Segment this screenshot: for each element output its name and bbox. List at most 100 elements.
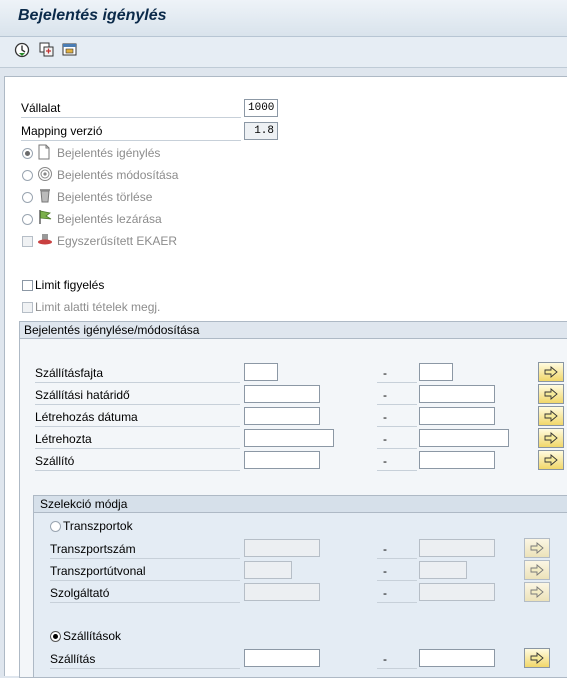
multiple-selection-button[interactable]	[538, 406, 564, 426]
divider	[50, 668, 240, 669]
shipping-type-label: Szállításfajta	[35, 366, 104, 380]
range-dash: -	[383, 366, 387, 380]
application-toolbar	[0, 37, 567, 68]
service-provider-from	[244, 583, 320, 601]
multiple-selection-button	[524, 538, 550, 558]
divider	[35, 382, 240, 383]
transport-number-label: Transzportszám	[50, 542, 136, 556]
mapping-version-field: 1.8	[244, 122, 278, 140]
action-modify-label: Bejelentés módosítása	[57, 168, 179, 182]
transport-number-from	[244, 539, 320, 557]
radio-close[interactable]	[22, 214, 33, 225]
selection-group-header: Szelekció módja	[34, 496, 567, 513]
created-date-to[interactable]	[419, 407, 495, 425]
company-input[interactable]: 1000	[244, 99, 278, 117]
divider	[377, 404, 417, 405]
divider	[377, 426, 417, 427]
arrow-right-icon	[530, 564, 544, 576]
multiple-selection-button[interactable]	[538, 362, 564, 382]
created-date-from[interactable]	[244, 407, 320, 425]
multiple-selection-button	[524, 582, 550, 602]
divider	[35, 470, 240, 471]
range-dash: -	[383, 410, 387, 424]
arrow-right-icon	[530, 652, 544, 664]
divider	[35, 426, 240, 427]
group-title: Bejelentés igénylése/módosítása	[24, 323, 200, 337]
vendor-label: Szállító	[35, 454, 75, 468]
range-dash: -	[383, 564, 387, 578]
radio-transports[interactable]	[50, 521, 61, 532]
radio-modify[interactable]	[22, 170, 33, 181]
multiple-selection-button[interactable]	[538, 384, 564, 404]
divider	[21, 140, 241, 141]
selection-group-title: Szelekció módja	[40, 497, 128, 511]
divider	[377, 580, 417, 581]
below-limit-label: Limit alatti tételek megj.	[35, 300, 161, 314]
shipment-from[interactable]	[244, 649, 320, 667]
multiple-selection-button[interactable]	[538, 428, 564, 448]
main-content: Vállalat 1000 Mapping verzió 1.8 Bejelen…	[4, 76, 567, 678]
created-date-label: Létrehozás dátuma	[35, 410, 138, 424]
execute-icon[interactable]	[13, 41, 31, 59]
range-dash: -	[383, 542, 387, 556]
title-bar: Bejelentés igénylés	[0, 0, 567, 37]
arrow-right-icon	[544, 388, 558, 400]
divider	[377, 558, 417, 559]
action-request-label: Bejelentés igénylés	[57, 146, 161, 160]
divider	[377, 448, 417, 449]
divider	[377, 668, 417, 669]
vendor-to[interactable]	[419, 451, 495, 469]
page-title: Bejelentés igénylés	[18, 7, 167, 24]
copy-icon[interactable]	[38, 41, 56, 59]
group-header: Bejelentés igénylése/módosítása	[20, 322, 567, 339]
range-dash: -	[383, 586, 387, 600]
service-provider-label: Szolgáltató	[50, 586, 110, 600]
divider	[50, 602, 240, 603]
multiple-selection-button[interactable]	[538, 450, 564, 470]
divider	[35, 404, 240, 405]
divider	[50, 558, 240, 559]
action-close-label: Bejelentés lezárása	[57, 212, 162, 226]
radio-shipments[interactable]	[50, 631, 61, 642]
company-label: Vállalat	[21, 101, 61, 115]
document-icon	[38, 144, 50, 160]
below-limit-checkbox[interactable]	[22, 302, 33, 313]
action-delete-label: Bejelentés törlése	[57, 190, 153, 204]
range-dash: -	[383, 388, 387, 402]
trash-icon	[40, 189, 50, 203]
layout-icon[interactable]	[61, 41, 79, 59]
range-dash: -	[383, 652, 387, 666]
vendor-from[interactable]	[244, 451, 320, 469]
multiple-selection-button[interactable]	[524, 648, 550, 668]
arrow-right-icon	[544, 366, 558, 378]
radio-delete[interactable]	[22, 192, 33, 203]
flag-icon	[39, 210, 52, 224]
created-by-label: Létrehozta	[35, 432, 92, 446]
divider	[35, 448, 240, 449]
modify-icon	[38, 167, 52, 181]
divider	[377, 470, 417, 471]
radio-request[interactable]	[22, 148, 33, 159]
hat-icon	[38, 234, 52, 245]
shipping-type-to[interactable]	[419, 363, 453, 381]
divider	[377, 602, 417, 603]
simplified-ekaer-checkbox[interactable]	[22, 236, 33, 247]
divider	[21, 117, 241, 118]
arrow-right-icon	[544, 432, 558, 444]
arrow-right-icon	[544, 454, 558, 466]
limit-check-checkbox[interactable]	[22, 280, 33, 291]
multiple-selection-button	[524, 560, 550, 580]
deadline-from[interactable]	[244, 385, 320, 403]
range-dash: -	[383, 432, 387, 446]
limit-check-label: Limit figyelés	[35, 278, 105, 292]
created-by-to[interactable]	[419, 429, 509, 447]
range-dash: -	[383, 454, 387, 468]
created-by-from[interactable]	[244, 429, 334, 447]
shipping-type-from[interactable]	[244, 363, 278, 381]
shipment-to[interactable]	[419, 649, 495, 667]
divider	[377, 382, 417, 383]
transport-route-label: Transzportútvonal	[50, 564, 146, 578]
transports-label: Transzportok	[63, 519, 133, 533]
divider	[50, 580, 240, 581]
deadline-to[interactable]	[419, 385, 495, 403]
